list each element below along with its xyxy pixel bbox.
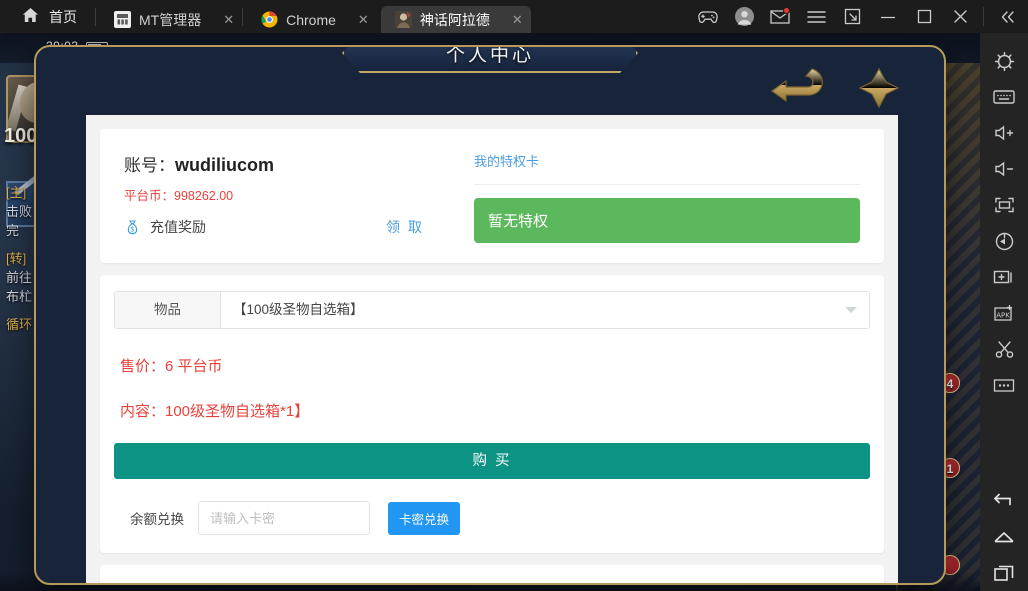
redeem-button[interactable]: 卡密兑换 (388, 501, 461, 535)
item-select-value: 【100级圣物自选箱】 (233, 302, 364, 317)
window-controls (691, 0, 1028, 33)
home-tab-label: 首页 (49, 8, 77, 25)
personal-center-modal: 个人中心 账号：wudiliucom 平台币：998262.00 $ 充值奖励 … (34, 45, 946, 585)
divider (983, 7, 984, 26)
redeem-label: 余额兑换 (130, 512, 184, 527)
change-password-button[interactable]: 修改密码 (114, 583, 870, 585)
claim-reward-link[interactable]: 领 取 (386, 217, 424, 237)
mail-icon[interactable] (763, 0, 797, 33)
android-home-icon[interactable] (984, 519, 1024, 555)
item-select[interactable]: 【100级圣物自选箱】 (221, 292, 869, 328)
account-card: 账号：wudiliucom 平台币：998262.00 $ 充值奖励 领 取 我… (100, 129, 884, 263)
account-avatar-icon[interactable] (727, 0, 761, 33)
tab-close-icon[interactable]: ✕ (498, 13, 523, 26)
redeem-row: 余额兑换 卡密兑换 (114, 501, 870, 535)
platform-coin-label: 平台币： (124, 189, 175, 203)
svg-text:APK: APK (996, 311, 1010, 319)
tab-label: 神话阿拉德 (419, 11, 490, 28)
chrome-icon (261, 11, 278, 28)
tab-label: Chrome (286, 11, 336, 28)
mail-unread-badge (783, 7, 790, 14)
scissors-icon[interactable] (984, 331, 1024, 367)
tab-close-icon[interactable]: ✕ (209, 13, 234, 26)
privilege-section: 我的特权卡 暂无特权 (424, 151, 860, 243)
divider (474, 184, 860, 185)
mt-manager-icon (114, 11, 131, 28)
divider (95, 7, 96, 26)
money-bag-icon: $ (124, 219, 141, 236)
quest-tag: [转] (6, 251, 27, 266)
item-select-group[interactable]: 物品 【100级圣物自选箱】 (114, 291, 870, 329)
window-title-bar: 首页 MT管理器 ✕ Chrome ✕ 神话阿拉德 ✕ (0, 0, 1028, 33)
emulator-toolbar: APK (980, 33, 1028, 591)
quest-tag: 循环 (6, 317, 33, 332)
collapse-sidebar-icon[interactable] (990, 0, 1024, 33)
gamepad-icon[interactable] (691, 0, 725, 33)
fullscreen-icon[interactable] (984, 187, 1024, 223)
shop-card: 物品 【100级圣物自选箱】 售价：6 平台币 内容：100级圣物自选箱*1】 … (100, 275, 884, 553)
screenshot-icon[interactable] (984, 259, 1024, 295)
hamburger-menu-icon[interactable] (799, 0, 833, 33)
password-card: 修改密码 (100, 565, 884, 585)
tab-label: MT管理器 (139, 11, 202, 28)
buy-button[interactable]: 购 买 (114, 443, 870, 479)
gold-back-arrow-icon[interactable] (768, 63, 832, 109)
home-icon (22, 7, 39, 26)
game-icon (394, 11, 412, 28)
tab-game[interactable]: 神话阿拉德 ✕ (380, 6, 531, 33)
item-content: 内容：100级圣物自选箱*1】 (120, 403, 310, 420)
tab-chrome[interactable]: Chrome ✕ (247, 6, 377, 33)
recharge-reward-label: 充值奖励 (150, 219, 206, 235)
svg-text:$: $ (130, 225, 134, 233)
resize-window-icon[interactable] (835, 0, 869, 33)
item-price: 售价：6 平台币 (120, 358, 223, 375)
keyboard-icon[interactable] (984, 79, 1024, 115)
gold-close-icon[interactable] (856, 65, 902, 111)
account-name-row: 账号：wudiliucom (124, 151, 424, 176)
player-level: 100 (4, 125, 38, 147)
item-group-label: 物品 (115, 292, 221, 328)
android-back-icon[interactable] (984, 483, 1024, 519)
personal-center-page: 账号：wudiliucom 平台币：998262.00 $ 充值奖励 领 取 我… (86, 115, 898, 585)
quest-tag: [主] (6, 185, 27, 200)
settings-gear-icon[interactable] (984, 43, 1024, 79)
install-apk-icon[interactable]: APK (984, 295, 1024, 331)
android-recents-icon[interactable] (984, 555, 1024, 591)
volume-down-icon[interactable] (984, 151, 1024, 187)
tab-close-icon[interactable]: ✕ (344, 13, 369, 26)
maximize-icon[interactable] (907, 0, 941, 33)
more-options-icon[interactable] (984, 367, 1024, 403)
volume-up-icon[interactable] (984, 115, 1024, 151)
divider (242, 7, 244, 26)
modal-title-banner: 个人中心 (342, 45, 638, 73)
my-privilege-card-link[interactable]: 我的特权卡 (474, 151, 860, 170)
chevron-down-icon[interactable] (845, 307, 857, 313)
account-label: 账号： (124, 156, 175, 175)
tab-mt-manager[interactable]: MT管理器 ✕ (100, 6, 242, 33)
modal-title: 个人中心 (445, 45, 534, 66)
redeem-code-input[interactable] (198, 501, 370, 535)
platform-coin-row: 平台币：998262.00 (124, 185, 424, 204)
home-tab[interactable]: 首页 (0, 0, 95, 33)
close-icon[interactable] (943, 0, 977, 33)
rotate-screen-icon[interactable] (984, 223, 1024, 259)
privilege-status-banner: 暂无特权 (474, 198, 860, 243)
platform-coin-value: 998262.00 (174, 189, 234, 203)
account-username: wudiliucom (175, 155, 274, 175)
account-info: 账号：wudiliucom 平台币：998262.00 $ 充值奖励 领 取 (124, 151, 424, 243)
minimize-icon[interactable] (871, 0, 905, 33)
